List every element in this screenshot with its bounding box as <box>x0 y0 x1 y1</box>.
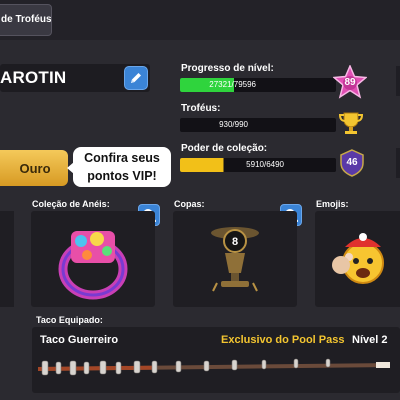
right-edge-panel-2 <box>396 148 400 178</box>
top-bar <box>0 0 400 40</box>
tab-trophies[interactable]: de Troféus <box>0 4 52 36</box>
left-card-edge <box>0 211 14 307</box>
vip-message-line1: Confira seus <box>84 151 160 165</box>
emojis-title: Emojis: <box>316 199 349 209</box>
trophy-icon <box>338 112 364 134</box>
vip-message-line2: pontos VIP! <box>87 169 157 183</box>
cup-icon: 8 <box>211 227 259 292</box>
level-badge: 89 <box>332 64 368 99</box>
collection-power-label: Poder de coleção: <box>181 143 268 154</box>
rings-title: Coleção de Anéis: <box>32 199 110 209</box>
cue-section-title: Taco Equipado: <box>36 315 103 325</box>
edit-name-button[interactable] <box>124 66 148 90</box>
vip-tier-label: Ouro <box>19 160 51 176</box>
player-name: AROTIN <box>0 68 67 87</box>
level-progress-value: 27321/79596 <box>209 80 256 89</box>
vip-tier-button[interactable]: Ouro <box>0 150 68 186</box>
rings-card[interactable] <box>31 211 155 307</box>
tab-trophies-label: de Troféus <box>1 14 52 25</box>
collection-power-bar: 5910/6490 <box>180 158 336 172</box>
collection-badge: 46 <box>340 149 364 177</box>
ring-icon <box>58 231 128 300</box>
cue-name: Taco Guerreiro <box>40 334 119 346</box>
cue-exclusive-label: Exclusivo do Pool Pass <box>221 334 345 346</box>
trophy-badge <box>338 110 364 136</box>
level-progress-bar: 27321/79596 <box>180 78 336 92</box>
vip-points-bubble[interactable]: Confira seus pontos VIP! <box>67 147 171 187</box>
edit-icon <box>131 73 141 83</box>
level-progress-label: Progresso de nível: <box>181 63 274 74</box>
collection-power-value: 5910/6490 <box>246 160 284 169</box>
trophies-bar: 930/990 <box>180 118 336 132</box>
collection-badge-number: 46 <box>346 157 358 168</box>
cue-image <box>36 354 392 376</box>
trophies-value: 930/990 <box>219 120 248 129</box>
svg-text:8: 8 <box>232 236 238 248</box>
level-badge-number: 89 <box>344 77 356 88</box>
cups-title: Copas: <box>174 199 205 209</box>
right-edge-panel <box>396 66 400 96</box>
cue-level: Nível 2 <box>352 334 388 346</box>
emojis-card[interactable] <box>315 211 400 307</box>
trophies-label: Troféus: <box>181 103 221 114</box>
emoji-icon <box>332 233 384 284</box>
cups-card[interactable]: 8 <box>173 211 297 307</box>
cue-icon <box>38 358 390 376</box>
